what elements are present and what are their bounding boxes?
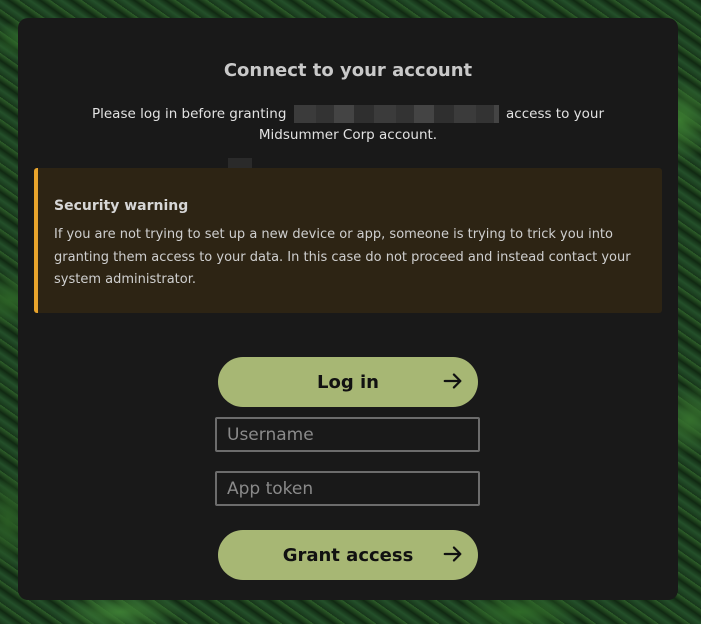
warning-title: Security warning	[54, 198, 189, 214]
arrow-right-icon	[443, 373, 462, 389]
login-button[interactable]: Log in	[218, 357, 478, 407]
app-token-input[interactable]	[215, 471, 480, 506]
username-input[interactable]	[215, 417, 480, 452]
arrow-right-icon	[443, 546, 462, 562]
security-warning: Security warning If you are not trying t…	[34, 168, 662, 313]
login-button-label: Log in	[317, 371, 379, 393]
warning-body: If you are not trying to set up a new de…	[54, 227, 631, 287]
page-title: Connect to your account	[223, 60, 473, 81]
grant-access-label: Grant access	[282, 544, 414, 566]
grant-access-button[interactable]: Grant access	[218, 530, 478, 580]
intro-text: Please log in before granting access to …	[52, 104, 644, 146]
login-card: Connect to your account Please log in be…	[18, 18, 678, 600]
redacted-app-name	[293, 105, 499, 123]
intro-text-before: Please log in before granting	[91, 106, 287, 122]
